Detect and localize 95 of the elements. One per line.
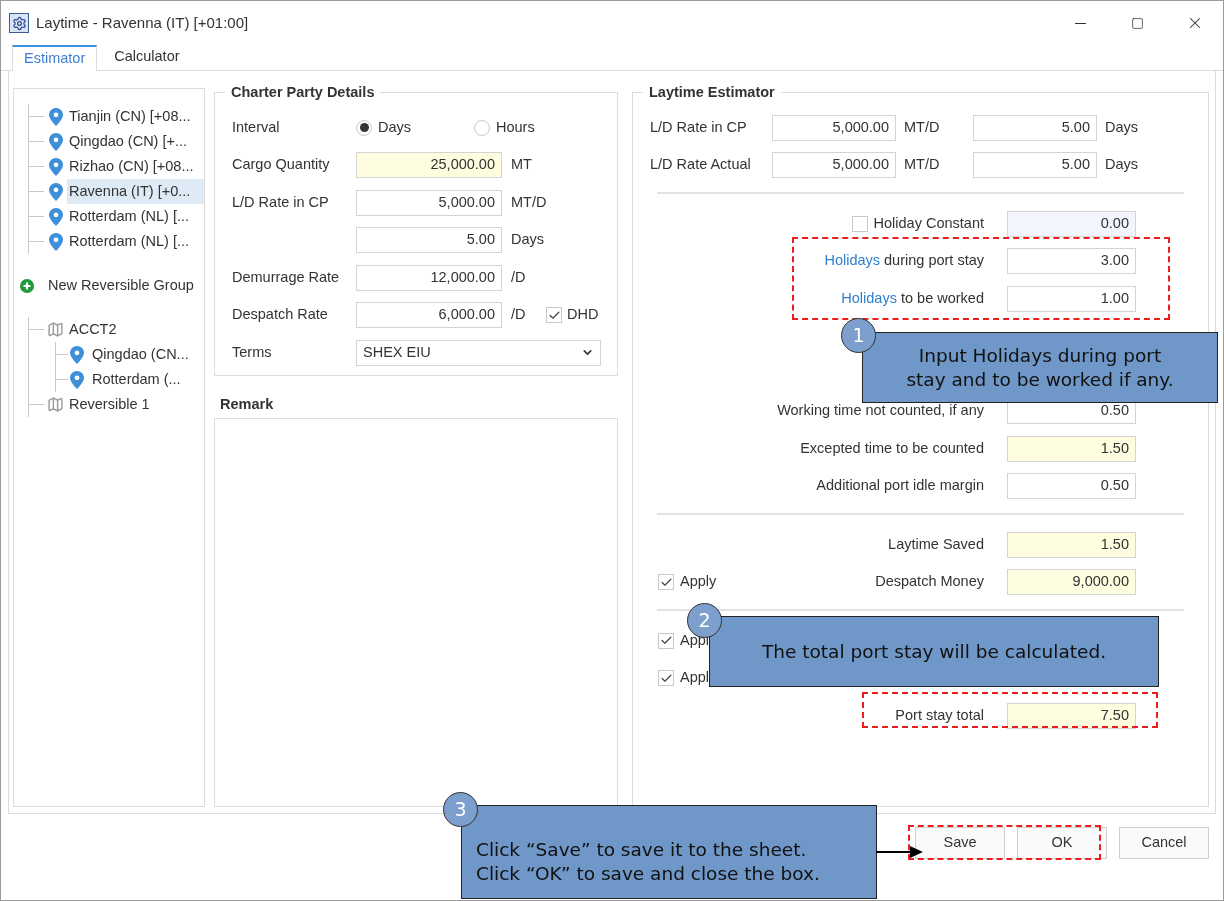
number-field[interactable]: 0.50 <box>1007 473 1136 500</box>
tree-item[interactable]: Rotterdam (NL) [... <box>67 204 204 229</box>
number-field[interactable]: 1.00 <box>1007 285 1136 312</box>
unit-label: MT/D <box>904 155 941 175</box>
tree-item[interactable]: Tianjin (CN) [+08... <box>67 104 204 129</box>
holidays-link[interactable]: Holidays <box>841 289 897 306</box>
tab[interactable]: Estimator <box>12 45 98 71</box>
number-field[interactable]: 5,000.00 <box>772 114 896 141</box>
checkbox[interactable] <box>546 307 562 324</box>
step-badge: 3 <box>443 792 478 827</box>
callout-text: The total port stay will be calculated. <box>760 639 1108 664</box>
map-icon <box>47 396 64 413</box>
tree-item[interactable]: Rotterdam (NL) [... <box>67 229 204 254</box>
checkbox-label: DHD <box>567 305 599 325</box>
app-icon <box>9 13 29 33</box>
dialog-button[interactable]: OK <box>1017 827 1107 859</box>
radio-label: Hours <box>496 117 535 137</box>
number-field[interactable]: 5.00 <box>973 152 1097 179</box>
callout-text: Input Holidays during port stay and to be worked if any. <box>905 343 1175 392</box>
group-title: Charter Party Details <box>225 83 381 101</box>
add-icon <box>20 278 34 293</box>
tree-item[interactable]: Rotterdam (... <box>90 368 181 391</box>
unit-label: MT/D <box>904 117 941 137</box>
field-label: Holiday Constant <box>873 213 984 233</box>
map-pin-icon <box>49 132 63 151</box>
number-field[interactable]: 5,000.00 <box>772 152 896 179</box>
window-title: Laytime - Ravenna (IT) [+01:00] <box>36 12 249 33</box>
checkbox[interactable] <box>658 670 674 687</box>
field-label: Additional port idle margin <box>816 476 984 496</box>
tree-item[interactable]: Qingdao (CN) [+... <box>67 129 204 154</box>
tree-item[interactable]: Rizhao (CN) [+08... <box>67 154 204 179</box>
dialog-button[interactable]: Cancel <box>1119 827 1209 859</box>
unit-label: Days <box>1105 155 1139 175</box>
field-label: Demurrage Rate <box>232 267 341 287</box>
field-label: Working time not counted, if any <box>777 401 984 421</box>
step-badge: 1 <box>841 318 876 353</box>
minimize-icon <box>1075 22 1086 24</box>
map-pin-icon <box>49 232 63 251</box>
map-pin-icon <box>49 182 63 201</box>
field-label: Despatch Rate <box>232 305 329 325</box>
tree-item[interactable]: Qingdao (CN... <box>90 343 189 366</box>
field-label: L/D Rate in CP <box>232 192 330 212</box>
number-field[interactable]: 3.00 <box>1007 248 1136 275</box>
tree-item[interactable]: ACCT2 <box>69 318 117 341</box>
unit-label: MT/D <box>511 192 545 212</box>
checkbox[interactable] <box>658 632 674 649</box>
dialog-button[interactable]: Save <box>915 827 1005 859</box>
field-label: Excepted time to be counted <box>800 438 984 458</box>
arrow <box>876 845 924 859</box>
tree-item[interactable]: Ravenna (IT) [+0... <box>67 179 204 204</box>
map-pin-icon <box>70 370 84 389</box>
field-label: L/D Rate in CP <box>650 117 748 137</box>
field-label: L/D Rate Actual <box>650 155 752 175</box>
number-field[interactable]: 25,000.00 <box>356 152 502 179</box>
field-label: Holidays during port stay <box>824 251 984 271</box>
field-label: Interval <box>232 117 281 137</box>
number-field[interactable]: 1.50 <box>1007 531 1136 558</box>
terms-dropdown[interactable]: SHEX EIU <box>356 339 601 366</box>
unit-label: /D <box>511 305 527 325</box>
checkbox-label: Apply <box>680 572 717 592</box>
group-title: Laytime Estimator <box>643 83 781 101</box>
section-title: Remark <box>220 395 275 414</box>
holidays-link[interactable]: Holidays <box>824 252 880 269</box>
number-field[interactable]: 5.00 <box>973 114 1097 141</box>
field-label: Terms <box>232 342 273 362</box>
field-label: Holidays to be worked <box>841 288 984 308</box>
number-field[interactable]: 5,000.00 <box>356 189 502 216</box>
map-pin-icon <box>49 207 63 226</box>
number-field[interactable]: 5.00 <box>356 227 502 254</box>
checkbox[interactable] <box>658 574 674 591</box>
unit-label: Days <box>511 230 545 250</box>
map-icon <box>47 321 64 338</box>
tree-item[interactable]: Reversible 1 <box>69 393 150 416</box>
unit-label: MT <box>511 155 533 175</box>
number-field[interactable]: 9,000.00 <box>1007 569 1136 596</box>
new-group-link[interactable]: New Reversible Group <box>48 274 194 297</box>
unit-label: Days <box>1105 117 1139 137</box>
field-label: Laytime Saved <box>888 534 984 554</box>
field-label: Port stay total <box>895 705 984 725</box>
number-field[interactable]: 12,000.00 <box>356 264 502 291</box>
tab[interactable]: Calculator <box>97 44 197 70</box>
map-pin-icon <box>49 107 63 126</box>
number-field[interactable]: 1.50 <box>1007 435 1136 462</box>
map-pin-icon <box>70 345 84 364</box>
unit-label: /D <box>511 267 527 287</box>
field-label: Cargo Quantity <box>232 155 331 175</box>
map-pin-icon <box>49 157 63 176</box>
step-badge: 2 <box>687 603 722 638</box>
radio-label: Days <box>378 117 412 137</box>
number-field[interactable]: 7.50 <box>1007 702 1136 729</box>
number-field[interactable]: 6,000.00 <box>356 302 502 329</box>
callout-text: Click “Save” to save it to the sheet. Click “OK” to save and close the box. <box>476 838 821 886</box>
checkbox-label: Appl <box>680 668 710 688</box>
field-label: Despatch Money <box>875 572 984 592</box>
maximize-icon <box>1131 16 1144 30</box>
